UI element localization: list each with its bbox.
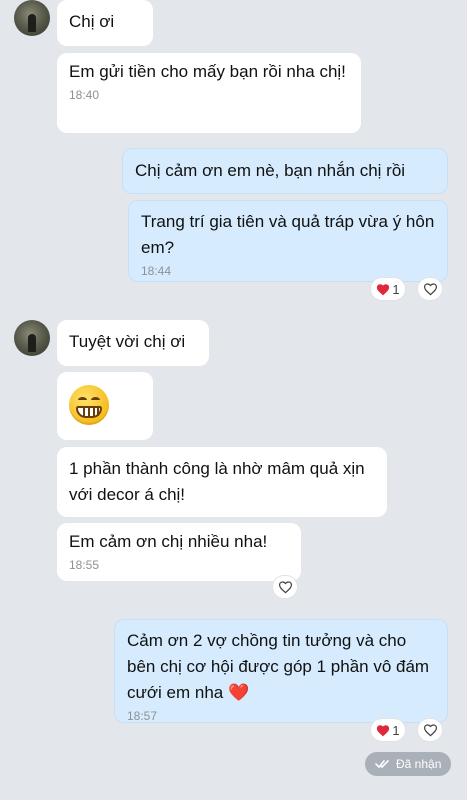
message-bubble[interactable]: 1 phần thành công là nhờ mâm quả xịn với… — [57, 447, 387, 517]
avatar[interactable] — [14, 320, 50, 356]
message-bubble[interactable]: Em gửi tiền cho mấy bạn rồi nha chị! 18:… — [57, 53, 361, 133]
heart-icon — [377, 724, 390, 736]
heart-outline-icon — [423, 283, 437, 296]
message-text: Trang trí gia tiên và quả tráp vừa ý hôn… — [141, 212, 435, 257]
message-bubble[interactable]: Chị ơi — [57, 0, 153, 46]
grinning-face-emoji — [69, 385, 109, 425]
message-text: Em cảm ơn chị nhiều nha! — [69, 532, 268, 551]
message-text: Tuyệt vời chị ơi — [69, 332, 186, 351]
message-bubble[interactable]: Chị cảm ơn em nè, bạn nhắn chị rồi — [122, 148, 448, 194]
avatar[interactable] — [14, 0, 50, 36]
react-button[interactable] — [272, 575, 298, 599]
message-text: 1 phần thành công là nhờ mâm quả xịn với… — [69, 459, 365, 504]
message-text: Em gửi tiền cho mấy bạn rồi nha chị! — [69, 62, 346, 81]
reaction-count: 1 — [392, 722, 400, 738]
message-bubble[interactable]: Tuyệt vời chị ơi — [57, 320, 209, 366]
message-text: Cảm ơn 2 vợ chồng tin tưởng và cho bên c… — [127, 631, 430, 702]
heart-outline-icon — [423, 724, 437, 737]
delivery-status-text: Đã nhận — [396, 757, 442, 771]
message-time: 18:40 — [69, 88, 100, 102]
double-check-icon — [375, 760, 389, 768]
message-text: Chị cảm ơn em nè, bạn nhắn chị rồi — [135, 161, 406, 180]
heart-reaction-count[interactable]: 1 — [370, 718, 406, 742]
message-bubble[interactable] — [57, 372, 153, 440]
heart-reaction-count[interactable]: 1 — [370, 277, 406, 301]
reaction-count: 1 — [392, 281, 400, 297]
message-time: 18:55 — [69, 558, 100, 572]
message-bubble[interactable]: Em cảm ơn chị nhiều nha! 18:55 — [57, 523, 301, 581]
react-button[interactable] — [417, 277, 443, 301]
heart-outline-icon — [278, 581, 292, 594]
heart-icon — [377, 283, 390, 295]
delivery-status-badge: Đã nhận — [365, 752, 452, 776]
message-text: Chị ơi — [69, 12, 115, 31]
react-button[interactable] — [417, 718, 443, 742]
message-bubble[interactable]: Cảm ơn 2 vợ chồng tin tưởng và cho bên c… — [114, 619, 448, 723]
message-bubble[interactable]: Trang trí gia tiên và quả tráp vừa ý hôn… — [128, 200, 448, 282]
